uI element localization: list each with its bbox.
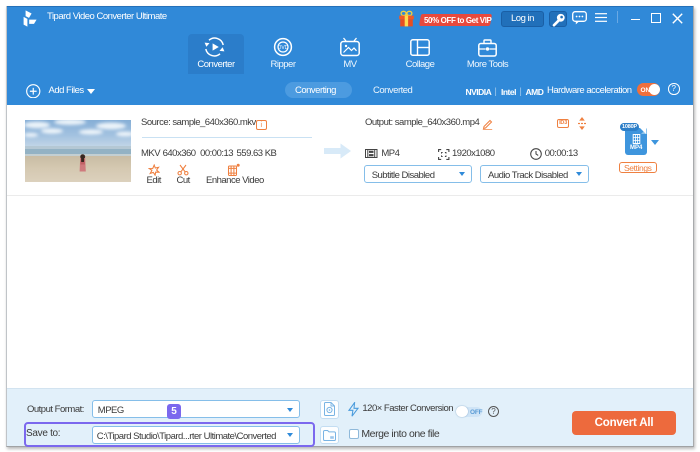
svg-text:DVD: DVD	[278, 45, 289, 51]
